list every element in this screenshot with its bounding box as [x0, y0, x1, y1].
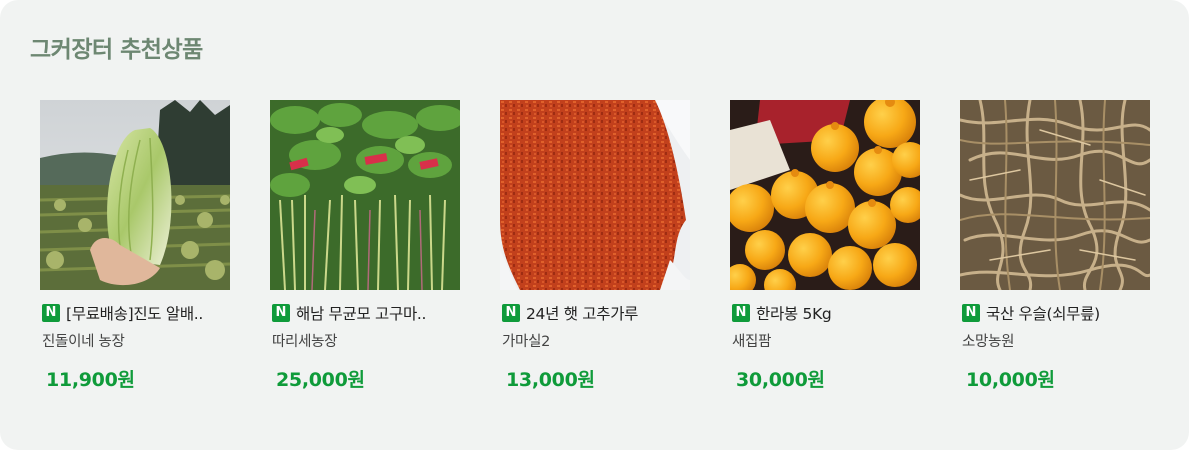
recommended-products-panel: 그커장터 추천상품 N [무료배송]진도 알배.. 진돌이네 농장 11,900… — [0, 0, 1189, 450]
product-name[interactable]: 해남 무균모 고구마.. — [296, 302, 427, 324]
product-title[interactable]: N 24년 햇 고추가루 — [502, 303, 638, 323]
product-card-2[interactable]: N 해남 무균모 고구마.. 따리세농장 25,000원 — [270, 100, 460, 391]
product-title[interactable]: N 해남 무균모 고구마.. — [272, 302, 427, 324]
new-badge: N — [502, 304, 520, 322]
new-badge: N — [732, 304, 750, 322]
product-name[interactable]: 국산 우슬(쇠무릎) — [986, 302, 1100, 324]
new-badge: N — [42, 304, 60, 322]
product-title[interactable]: N [무료배송]진도 알배.. — [42, 303, 203, 323]
shop-name: 가마실2 — [502, 334, 551, 350]
section-title: 그커장터 추천상품 — [30, 37, 203, 63]
product-image-napa-cabbage[interactable] — [40, 100, 230, 290]
product-card-1[interactable]: N [무료배송]진도 알배.. 진돌이네 농장 11,900원 — [40, 100, 230, 391]
product-title[interactable]: N 국산 우슬(쇠무릎) — [962, 303, 1100, 323]
shop-name: 소망농원 — [962, 334, 1015, 350]
shop-name: 따리세농장 — [272, 334, 338, 350]
new-badge: N — [962, 304, 980, 322]
product-image-sweet-potato-greens[interactable] — [270, 100, 460, 290]
product-price: 30,000원 — [736, 369, 825, 391]
shop-name: 진돌이네 농장 — [42, 334, 125, 350]
product-image-red-pepper-flakes[interactable] — [500, 100, 690, 290]
product-title[interactable]: N 한라봉 5Kg — [732, 302, 832, 324]
product-price: 11,900원 — [46, 369, 135, 391]
product-card-3[interactable]: N 24년 햇 고추가루 가마실2 13,000원 — [500, 100, 690, 391]
product-price: 25,000원 — [276, 369, 365, 391]
product-name[interactable]: 24년 햇 고추가루 — [526, 302, 638, 324]
product-price: 13,000원 — [506, 369, 595, 391]
shop-name: 새집팜 — [732, 334, 772, 350]
product-card-4[interactable]: N 한라봉 5Kg 새집팜 30,000원 — [730, 100, 920, 391]
product-image-dried-roots[interactable] — [960, 100, 1150, 290]
product-name[interactable]: 한라봉 5Kg — [756, 302, 832, 324]
product-price: 10,000원 — [966, 369, 1055, 391]
product-card-5[interactable]: N 국산 우슬(쇠무릎) 소망농원 10,000원 — [960, 100, 1150, 391]
product-image-hallabong-oranges[interactable] — [730, 100, 920, 290]
product-name[interactable]: [무료배송]진도 알배.. — [66, 302, 203, 324]
new-badge: N — [272, 304, 290, 322]
